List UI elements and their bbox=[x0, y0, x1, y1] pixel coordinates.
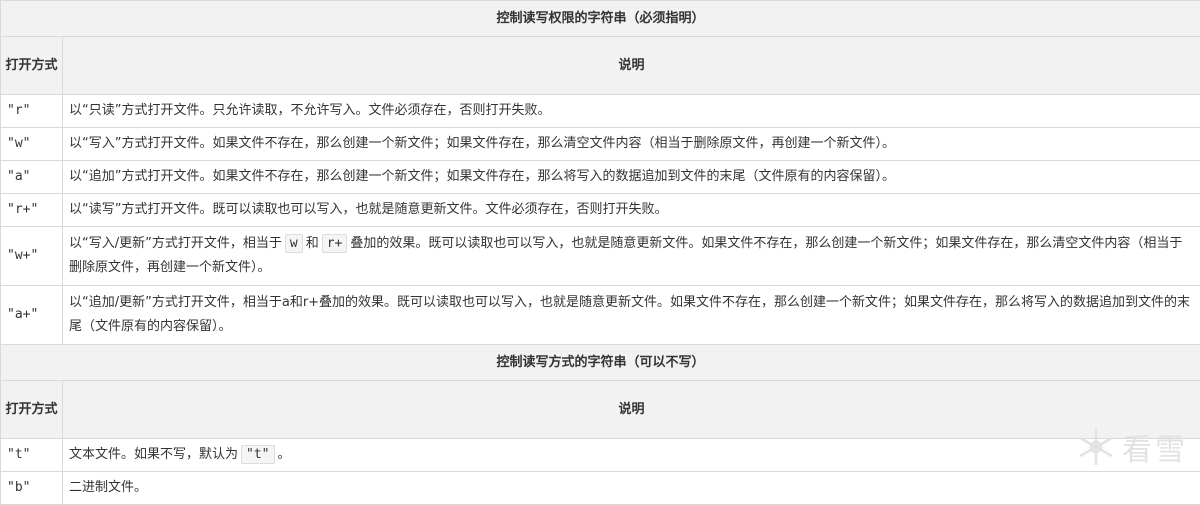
column-header-row: 打开方式 说明 bbox=[1, 381, 1200, 439]
mode-cell: "t" bbox=[1, 439, 63, 472]
table-row: "b" 二进制文件。 bbox=[1, 472, 1200, 505]
description-cell: 以“写入”方式打开文件。如果文件不存在，那么创建一个新文件；如果文件存在，那么清… bbox=[63, 128, 1200, 161]
snowflake-icon bbox=[1076, 427, 1116, 467]
watermark-text: 看雪 bbox=[1122, 425, 1188, 469]
description-cell: 以“读写”方式打开文件。既可以读取也可以写入，也就是随意更新文件。文件必须存在，… bbox=[63, 194, 1200, 227]
section-header-permissions: 控制读写权限的字符串（必须指明） bbox=[1, 1, 1200, 37]
table-row: "w" 以“写入”方式打开文件。如果文件不存在，那么创建一个新文件；如果文件存在… bbox=[1, 128, 1200, 161]
mode-cell: "r" bbox=[1, 95, 63, 128]
file-mode-table: 控制读写权限的字符串（必须指明） 打开方式 说明 "r" 以“只读”方式打开文件… bbox=[0, 0, 1200, 505]
description-cell: 文本文件。如果不写，默认为"t" 。 bbox=[63, 439, 1200, 472]
description-cell: 以“只读”方式打开文件。只允许读取，不允许写入。文件必须存在，否则打开失败。 bbox=[63, 95, 1200, 128]
column-header-description: 说明 bbox=[63, 381, 1200, 439]
column-header-mode: 打开方式 bbox=[1, 37, 63, 95]
description-text: 以“写入/更新”方式打开文件，相当于 bbox=[69, 236, 282, 251]
table-row: "a+" 以“追加/更新”方式打开文件，相当于a和r+叠加的效果。既可以读取也可… bbox=[1, 286, 1200, 345]
column-header-row: 打开方式 说明 bbox=[1, 37, 1200, 95]
section-title: 控制读写方式的字符串（可以不写） bbox=[1, 345, 1200, 381]
mode-cell: "b" bbox=[1, 472, 63, 505]
description-cell: 以“写入/更新”方式打开文件，相当于w和r+叠加的效果。既可以读取也可以写入，也… bbox=[63, 227, 1200, 286]
table-row: "a" 以“追加”方式打开文件。如果文件不存在，那么创建一个新文件；如果文件存在… bbox=[1, 161, 1200, 194]
inline-code: r+ bbox=[322, 234, 348, 253]
column-header-mode: 打开方式 bbox=[1, 381, 63, 439]
description-text: 。 bbox=[278, 447, 291, 462]
table-row: "t" 文本文件。如果不写，默认为"t"。 bbox=[1, 439, 1200, 472]
mode-cell: "w+" bbox=[1, 227, 63, 286]
mode-cell: "w" bbox=[1, 128, 63, 161]
table-row: "w+" 以“写入/更新”方式打开文件，相当于w和r+叠加的效果。既可以读取也可… bbox=[1, 227, 1200, 286]
column-header-description: 说明 bbox=[63, 37, 1200, 95]
description-cell: 以“追加/更新”方式打开文件，相当于a和r+叠加的效果。既可以读取也可以写入，也… bbox=[63, 286, 1200, 345]
section-title: 控制读写权限的字符串（必须指明） bbox=[1, 1, 1200, 37]
description-cell: 以“追加”方式打开文件。如果文件不存在，那么创建一个新文件；如果文件存在，那么将… bbox=[63, 161, 1200, 194]
table-row: "r+" 以“读写”方式打开文件。既可以读取也可以写入，也就是随意更新文件。文件… bbox=[1, 194, 1200, 227]
mode-cell: "a+" bbox=[1, 286, 63, 345]
section-header-access-mode: 控制读写方式的字符串（可以不写） bbox=[1, 345, 1200, 381]
mode-cell: "r+" bbox=[1, 194, 63, 227]
watermark: 看雪 bbox=[1076, 425, 1188, 469]
inline-code: "t" bbox=[241, 445, 274, 464]
table-row: "r" 以“只读”方式打开文件。只允许读取，不允许写入。文件必须存在，否则打开失… bbox=[1, 95, 1200, 128]
inline-code: w bbox=[285, 234, 303, 253]
description-cell: 二进制文件。 bbox=[63, 472, 1200, 505]
description-text: 文本文件。如果不写，默认为 bbox=[69, 447, 238, 462]
mode-cell: "a" bbox=[1, 161, 63, 194]
description-text: 和 bbox=[306, 236, 319, 251]
